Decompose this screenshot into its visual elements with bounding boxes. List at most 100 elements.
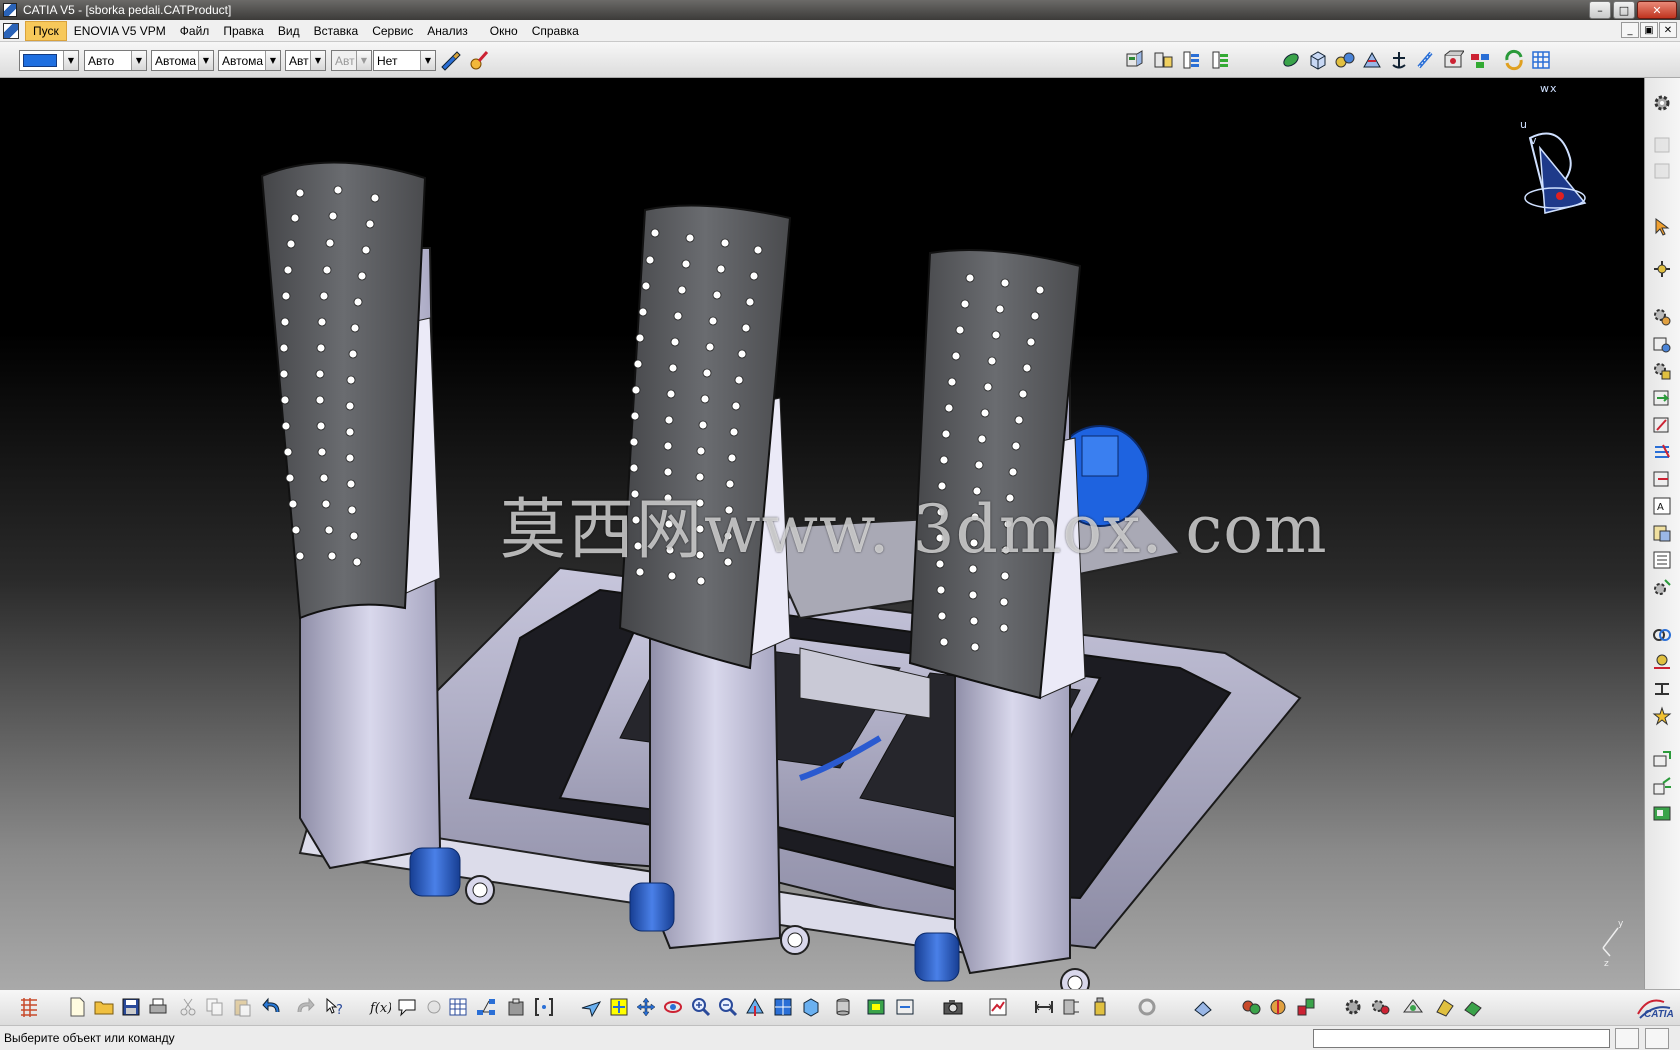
menu-tools[interactable]: Сервис: [365, 22, 420, 40]
menu-enovia[interactable]: ENOVIA V5 VPM: [67, 22, 173, 40]
grid-icon[interactable]: [1529, 48, 1553, 72]
undo-icon[interactable]: [261, 996, 285, 1020]
measure-between-icon[interactable]: [1033, 996, 1057, 1020]
close-button[interactable]: ✕: [1637, 1, 1677, 19]
constraint-icon[interactable]: [1360, 48, 1384, 72]
catalog-icon[interactable]: [1468, 48, 1492, 72]
tree-icon[interactable]: [1180, 48, 1204, 72]
layer-combo[interactable]: Нет ▼: [373, 50, 436, 71]
coincidence-constraint-icon[interactable]: [1651, 624, 1675, 648]
copy-icon[interactable]: [204, 996, 228, 1020]
menu-file[interactable]: Файл: [173, 22, 217, 40]
bill-of-material-icon[interactable]: [1651, 549, 1675, 573]
transparency-combo[interactable]: Авто ▼: [84, 50, 147, 71]
catalog-browser-icon[interactable]: [1651, 522, 1675, 546]
chevron-down-icon[interactable]: ▼: [420, 51, 435, 70]
settings-gear-icon[interactable]: [1342, 996, 1366, 1020]
brush-icon[interactable]: [467, 48, 491, 72]
rotate-icon[interactable]: [662, 996, 686, 1020]
update-icon[interactable]: [1651, 748, 1675, 772]
menu-help[interactable]: Справка: [525, 22, 586, 40]
measure-inertia-icon[interactable]: [1089, 996, 1113, 1020]
restore-button[interactable]: □: [1613, 1, 1635, 19]
anchor-icon[interactable]: [1387, 48, 1411, 72]
swap-space-icon[interactable]: [894, 996, 918, 1020]
open-folder-icon[interactable]: [93, 996, 117, 1020]
product-icon[interactable]: [1123, 48, 1147, 72]
fit-all-icon[interactable]: [608, 996, 632, 1020]
doc-restore-button[interactable]: ▣: [1640, 22, 1658, 38]
menu-view[interactable]: Вид: [271, 22, 307, 40]
chevron-down-icon[interactable]: ▼: [198, 51, 213, 70]
clash-icon[interactable]: [1136, 996, 1160, 1020]
command-list-button[interactable]: [1615, 1028, 1639, 1049]
measure-item-icon[interactable]: [1060, 996, 1084, 1020]
scene-icon[interactable]: [1651, 802, 1675, 826]
refresh-icon[interactable]: [1502, 48, 1526, 72]
sectioning-icon[interactable]: [1192, 996, 1216, 1020]
multi-instantiate-icon[interactable]: [1651, 441, 1675, 465]
point-type-combo[interactable]: Авт ▼: [285, 50, 326, 71]
menu-insert[interactable]: Вставка: [307, 22, 366, 40]
brackets-icon[interactable]: [533, 996, 557, 1020]
reorder-icon[interactable]: [1651, 414, 1675, 438]
command-input[interactable]: [1313, 1029, 1610, 1048]
painter-icon[interactable]: [438, 48, 462, 72]
component-icon[interactable]: [1152, 48, 1176, 72]
tree-expand-icon[interactable]: [1209, 48, 1233, 72]
dmu-kinematics-icon[interactable]: [1267, 996, 1291, 1020]
new-document-icon[interactable]: [66, 996, 90, 1020]
menu-edit[interactable]: Правка: [216, 22, 271, 40]
chevron-down-icon[interactable]: ▼: [310, 51, 325, 70]
zoom-out-icon[interactable]: [717, 996, 741, 1020]
offset-constraint-icon[interactable]: [1651, 678, 1675, 702]
comment-icon[interactable]: [396, 996, 420, 1020]
cube-icon[interactable]: [1306, 48, 1330, 72]
chevron-down-icon[interactable]: ▼: [265, 51, 280, 70]
constraints-gear-icon[interactable]: [1651, 576, 1675, 600]
assembly-tools-icon[interactable]: [1402, 996, 1426, 1020]
replace-icon[interactable]: [1651, 387, 1675, 411]
gear-icon[interactable]: [1651, 92, 1675, 116]
chevron-down-icon[interactable]: ▼: [63, 51, 78, 70]
select-arrow-icon[interactable]: [1651, 216, 1675, 240]
table-icon[interactable]: [447, 996, 471, 1020]
menu-start[interactable]: Пуск: [25, 20, 67, 41]
publish-icon[interactable]: [1434, 996, 1458, 1020]
paste-icon[interactable]: [231, 996, 255, 1020]
zoom-in-icon[interactable]: [690, 996, 714, 1020]
analysis-icon[interactable]: [987, 996, 1011, 1020]
menu-window[interactable]: Окно: [483, 22, 525, 40]
3d-viewport[interactable]: w x u v y z 莫西网www. 3dmox. com: [0, 78, 1644, 989]
print-icon[interactable]: [147, 996, 171, 1020]
render-style-icon[interactable]: [832, 996, 856, 1020]
assembly-gear-icon[interactable]: [1651, 306, 1675, 330]
menu-analyze[interactable]: Анализ: [420, 22, 475, 40]
redo-icon[interactable]: [294, 996, 318, 1020]
existing-component-icon[interactable]: [1651, 333, 1675, 357]
multi-view-icon[interactable]: [772, 996, 796, 1020]
linetype-combo[interactable]: Автома ▼: [218, 50, 281, 71]
assembly-icon[interactable]: [1441, 48, 1465, 72]
scheme-icon[interactable]: [475, 996, 499, 1020]
save-icon[interactable]: [120, 996, 144, 1020]
measure-icon[interactable]: [1414, 48, 1438, 72]
dmu-fitting-icon[interactable]: [1295, 996, 1319, 1020]
doc-close-button[interactable]: ✕: [1659, 22, 1677, 38]
catalog-bag-icon[interactable]: [505, 996, 529, 1020]
new-part-icon[interactable]: [1651, 360, 1675, 384]
spheres-icon[interactable]: [1333, 48, 1357, 72]
dmu-space-icon[interactable]: [1240, 996, 1264, 1020]
line-thickness-combo[interactable]: Автома ▼: [151, 50, 214, 71]
minimize-button[interactable]: –: [1589, 1, 1611, 19]
move-component-icon[interactable]: [1651, 258, 1675, 282]
iso-view-icon[interactable]: [800, 996, 824, 1020]
document-icon[interactable]: [3, 22, 19, 39]
text-annotation-icon[interactable]: A: [1651, 495, 1675, 519]
chevron-down-icon[interactable]: ▼: [131, 51, 146, 70]
gears-icon[interactable]: [1370, 996, 1394, 1020]
fast-multi-icon[interactable]: [1651, 468, 1675, 492]
link-icon[interactable]: [1279, 48, 1303, 72]
product-structure-icon[interactable]: [18, 996, 42, 1020]
normal-view-icon[interactable]: [744, 996, 768, 1020]
